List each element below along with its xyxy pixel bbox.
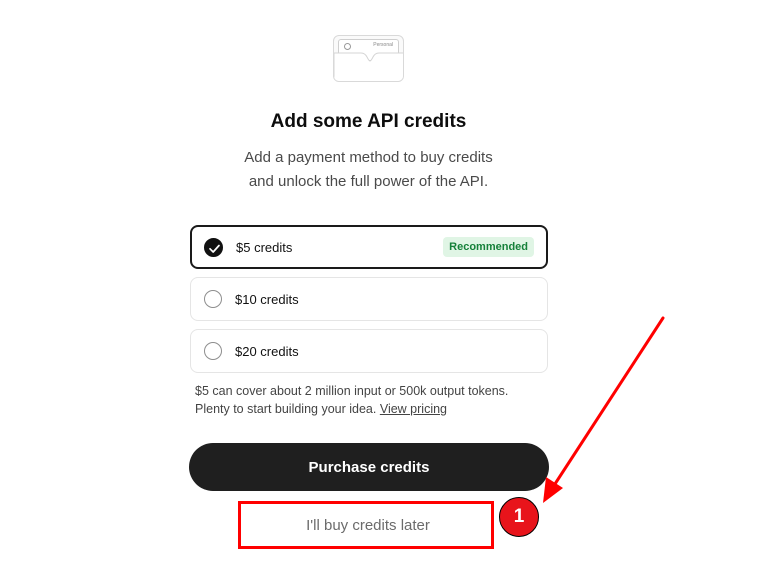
subtitle-line-1: Add a payment method to buy credits xyxy=(244,149,493,166)
page-subtitle: Add a payment method to buy credits and … xyxy=(0,146,737,194)
credits-note: $5 can cover about 2 million input or 50… xyxy=(195,382,545,418)
note-line-1: $5 can cover about 2 million input or 50… xyxy=(195,384,509,398)
credit-option-5[interactable]: $5 credits Recommended xyxy=(190,225,548,269)
card-tag: Personal xyxy=(373,42,393,48)
credit-option-label: $10 credits xyxy=(235,291,299,307)
buy-later-button[interactable]: I'll buy credits later xyxy=(243,505,493,545)
radio-checked-icon[interactable] xyxy=(204,237,223,257)
purchase-credits-button[interactable]: Purchase credits xyxy=(189,443,549,491)
openai-logo-icon xyxy=(344,43,351,50)
page-title: Add some API credits xyxy=(270,111,467,132)
note-line-2-text: Plenty to start building your idea. xyxy=(195,402,377,416)
credit-option-10[interactable]: $10 credits xyxy=(190,277,548,321)
credit-option-label: $5 credits xyxy=(236,239,293,255)
subtitle-line-2: and unlock the full power of the API. xyxy=(248,173,489,190)
wallet-pocket-icon xyxy=(334,52,403,81)
credit-option-label: $20 credits xyxy=(235,343,299,359)
credit-option-20[interactable]: $20 credits xyxy=(190,329,548,373)
note-line-2: Plenty to start building your idea. View… xyxy=(195,400,545,418)
wallet-illustration: Personal xyxy=(333,35,404,82)
radio-unchecked-icon[interactable] xyxy=(204,342,222,360)
annotation-step-marker: 1 xyxy=(499,497,539,537)
view-pricing-link[interactable]: View pricing xyxy=(380,402,447,416)
radio-unchecked-icon[interactable] xyxy=(204,290,222,308)
recommended-badge: Recommended xyxy=(443,237,534,257)
